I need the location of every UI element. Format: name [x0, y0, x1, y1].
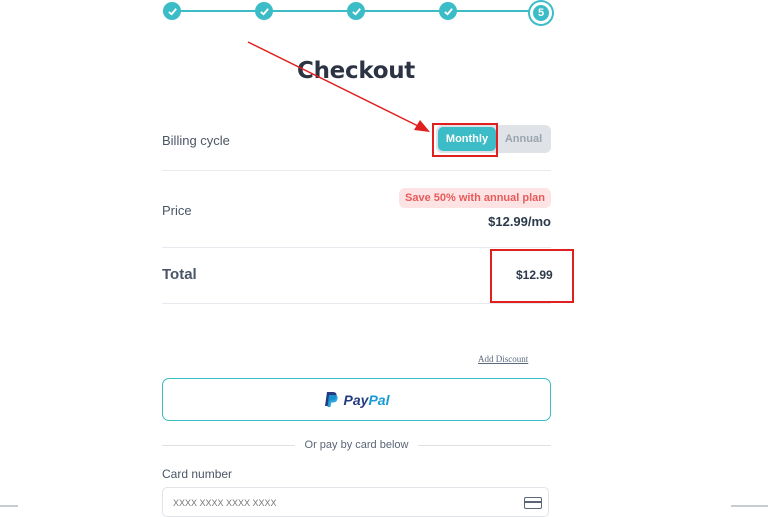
- paypal-wordmark: PayPal: [344, 392, 390, 408]
- save-annual-badge: Save 50% with annual plan: [399, 188, 551, 208]
- check-icon: [443, 7, 453, 16]
- paypal-logo-icon: [324, 392, 338, 407]
- card-number-field[interactable]: [162, 487, 549, 517]
- price-label: Price: [162, 203, 192, 218]
- payment-separator: Or pay by card below: [162, 438, 551, 452]
- annotation-highlight-total: [490, 249, 574, 303]
- step-1-complete[interactable]: [163, 2, 181, 20]
- check-icon: [259, 7, 269, 16]
- page-title: Checkout: [297, 58, 415, 84]
- total-label: Total: [162, 266, 197, 283]
- paypal-word-pay: Pay: [343, 391, 369, 408]
- step-4-complete[interactable]: [439, 2, 457, 20]
- add-discount-link[interactable]: Add Discount: [478, 354, 528, 364]
- checkout-stepper: 5: [163, 0, 552, 24]
- step-2-complete[interactable]: [255, 2, 273, 20]
- paypal-button[interactable]: PayPal: [162, 378, 551, 421]
- card-number-input[interactable]: [171, 497, 375, 509]
- divider: [162, 247, 551, 248]
- price-value: $12.99/mo: [488, 214, 551, 229]
- annual-option-button[interactable]: Annual: [498, 127, 549, 151]
- step-5-current: 5: [530, 2, 552, 24]
- step-3-complete[interactable]: [347, 2, 365, 20]
- separator-line: [418, 444, 551, 446]
- credit-card-icon: [524, 497, 542, 509]
- paypal-word-pal: Pal: [368, 391, 390, 408]
- check-icon: [351, 7, 361, 16]
- card-number-label: Card number: [162, 467, 233, 481]
- check-icon: [167, 7, 177, 16]
- divider: [162, 303, 551, 304]
- annotation-highlight-monthly: [432, 123, 498, 157]
- separator-text: Or pay by card below: [304, 439, 409, 451]
- billing-cycle-label: Billing cycle: [162, 133, 230, 148]
- separator-line: [162, 444, 295, 446]
- divider: [162, 170, 551, 171]
